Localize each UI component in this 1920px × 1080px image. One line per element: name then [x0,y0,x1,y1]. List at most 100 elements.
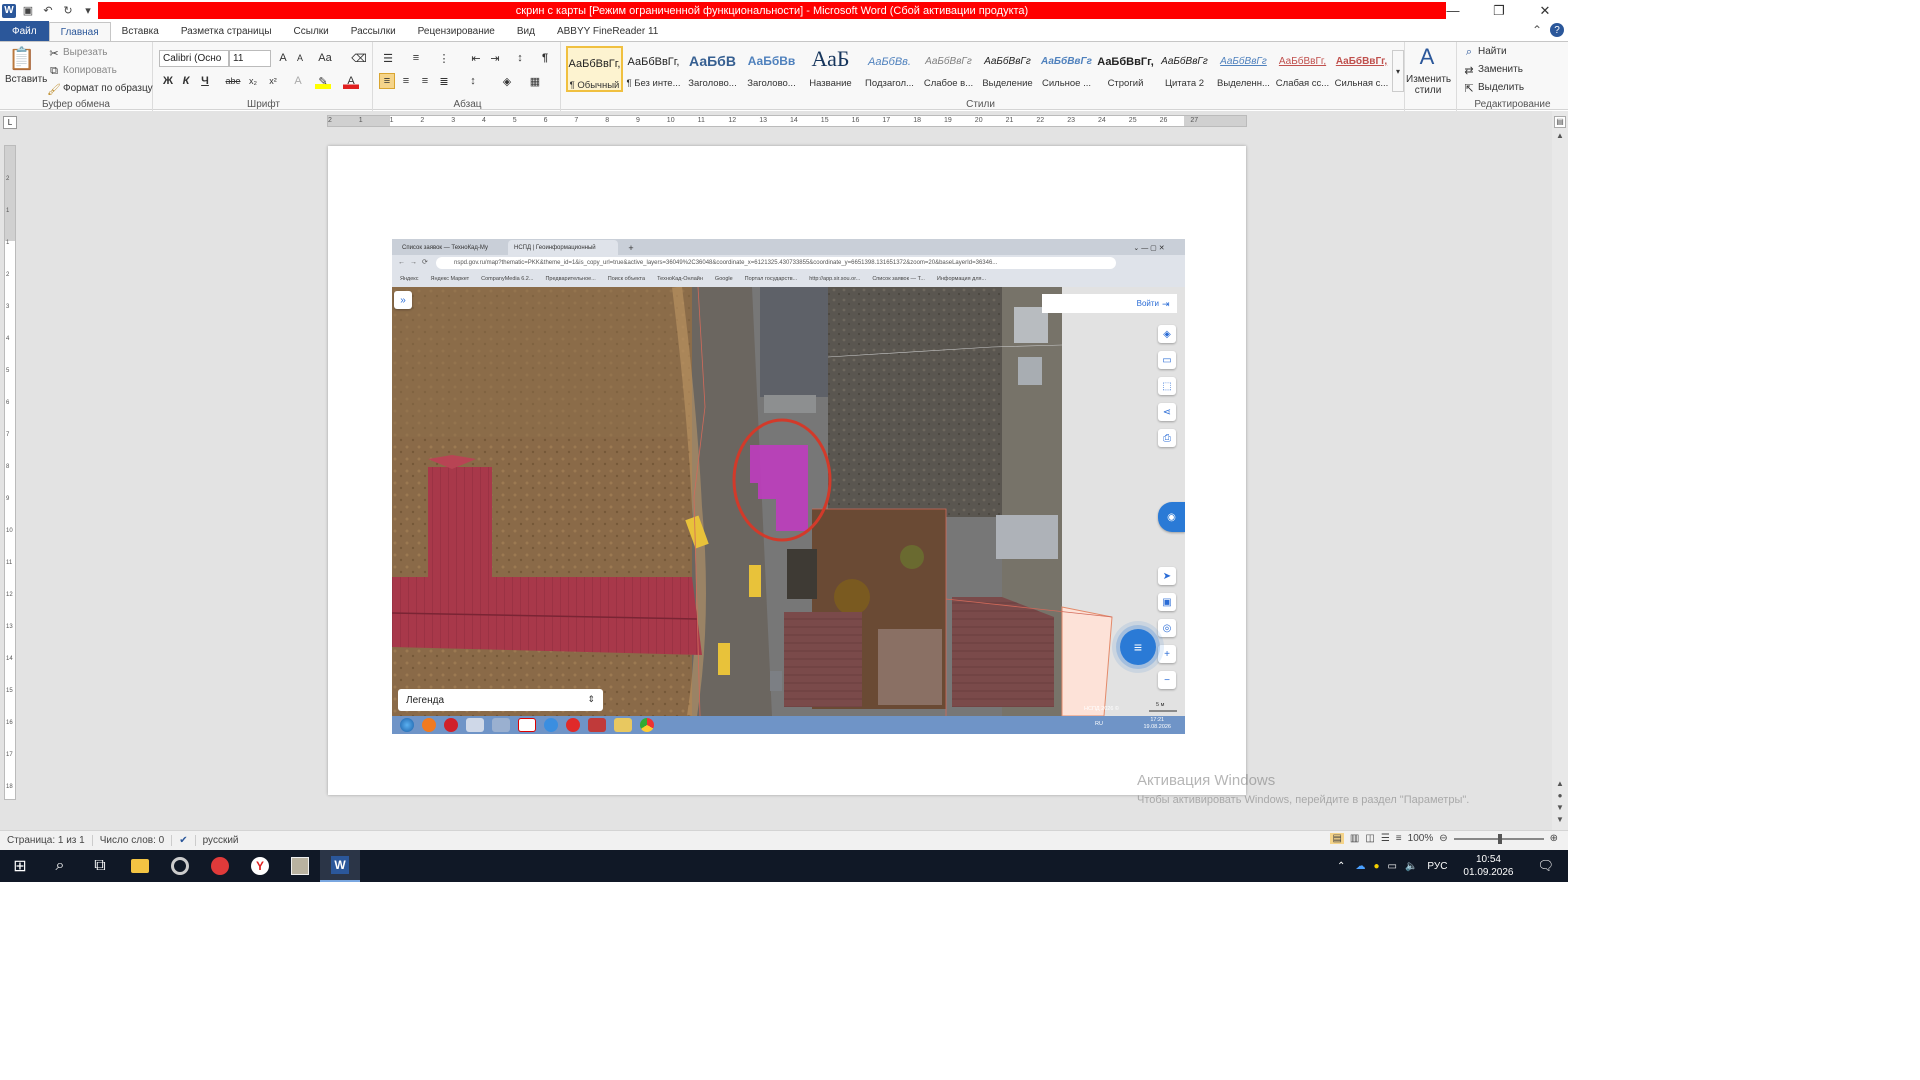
change-styles-button[interactable]: Изменить стили [1406,74,1451,96]
style-quote-2[interactable]: АаБбВвГг Цитата 2 [1156,46,1213,92]
paste-button[interactable]: Вставить [5,74,47,85]
horizontal-ruler[interactable]: 2 1 1 2 3 4 5 6 7 8 9 10 11 12 13 14 15 16 17 18 19 20 21 22 23 2… [327,115,1247,127]
align-center-icon[interactable]: ≡ [398,73,414,89]
align-right-icon[interactable]: ≡ [417,73,433,89]
save-icon[interactable]: ▣ [20,3,36,19]
file-explorer-icon[interactable] [120,850,160,882]
superscript-icon[interactable]: x² [265,73,281,89]
copy-icon[interactable]: ⧉ [46,63,62,79]
tab-abbyy[interactable]: ABBYY FineReader 11 [546,22,669,41]
line-spacing-icon[interactable]: ↕ [465,73,481,89]
change-case-icon[interactable]: Aa [317,50,333,66]
style-heading-2[interactable]: АаБбВв Заголово... [743,46,800,92]
customize-qat-icon[interactable]: ▾ [80,3,96,19]
select-button[interactable]: Выделить [1478,82,1524,93]
next-page-icon[interactable]: ▼ [1554,803,1566,815]
font-name-box[interactable]: Calibri (Осно [159,50,229,67]
style-normal[interactable]: АаБбВвГг, ¶ Обычный [566,46,623,92]
strikethrough-button[interactable]: abe [225,73,241,89]
numbering-icon[interactable]: ≡ [408,50,424,66]
app-icon-red[interactable] [200,850,240,882]
tab-mailings[interactable]: Рассылки [340,22,407,41]
word-count[interactable]: Число слов: 0 [93,835,173,846]
style-intense-emphasis[interactable]: АаБбВвГг Сильное ... [1038,46,1095,92]
tray-chevron-icon[interactable]: ⌃ [1331,861,1351,872]
search-icon[interactable]: ⌕ [40,850,80,882]
view-web-icon[interactable]: ◫ [1365,833,1374,844]
font-size-box[interactable]: 11 [229,50,271,67]
style-strong[interactable]: АаБбВвГг, Строгий [1097,46,1154,92]
start-icon[interactable]: ⊞ [0,850,40,882]
tab-review[interactable]: Рецензирование [407,22,506,41]
style-no-spacing[interactable]: АаБбВвГг, ¶ Без инте... [625,46,682,92]
prev-page-icon[interactable]: ▲ [1554,779,1566,791]
task-view-icon[interactable]: ⧉ [80,850,120,882]
text-effects-icon[interactable]: A [290,73,306,89]
decrease-indent-icon[interactable]: ⇤ [468,50,484,66]
borders-icon[interactable]: ▦ [527,73,543,89]
zoom-slider[interactable] [1453,833,1544,844]
subscript-icon[interactable]: x₂ [245,73,261,89]
bold-button[interactable]: Ж [160,73,176,89]
increase-indent-icon[interactable]: ⇥ [487,50,503,66]
undo-icon[interactable]: ↶ [40,3,56,19]
yandex-browser-icon[interactable]: Y [240,850,280,882]
embedded-screenshot[interactable]: Список заявок — ТехноКад-Му НСПД | Геоин… [392,239,1185,734]
style-subtitle[interactable]: АаБбВв. Подзагол... [861,46,918,92]
shading-icon[interactable]: ◈ [499,73,515,89]
zoom-in-button[interactable]: ⊕ [1550,833,1558,844]
tray-volume-icon[interactable]: 🔈 [1401,861,1421,872]
scroll-up-icon[interactable]: ▲ [1554,131,1566,143]
style-subtle-reference[interactable]: АаБбВвГг, Слабая сс... [1274,46,1331,92]
multilevel-list-icon[interactable]: ⋮ [436,50,452,66]
shrink-font-icon[interactable]: A [292,50,308,66]
minimize-ribbon-icon[interactable]: ⌃ [1532,23,1542,37]
change-styles-icon[interactable]: A [1414,44,1440,70]
minimize-button[interactable]: — [1430,0,1476,21]
justify-icon[interactable]: ≣ [436,73,452,89]
replace-icon[interactable]: ⇄ [1461,62,1477,78]
spelling-icon[interactable]: ✔ [172,835,196,846]
style-heading-1[interactable]: АаБбВ Заголово... [684,46,741,92]
show-marks-icon[interactable]: ¶ [537,50,553,66]
restore-button[interactable]: ❐ [1476,0,1522,21]
tab-view[interactable]: Вид [506,22,546,41]
ccleaner-icon[interactable] [160,850,200,882]
tab-stop-selector[interactable]: L [3,116,17,129]
clear-format-icon[interactable]: ⌫ [351,50,367,66]
highlight-icon[interactable]: ✎ [315,73,331,89]
format-painter-button[interactable]: Формат по образцу [63,83,153,94]
find-icon[interactable]: ⌕ [1461,44,1477,60]
language-indicator[interactable]: русский [196,835,246,846]
style-title[interactable]: АаБ Название [802,46,859,92]
font-color-icon[interactable]: A [343,73,359,89]
underline-button[interactable]: Ч [197,73,213,89]
page-count[interactable]: Страница: 1 из 1 [0,835,93,846]
view-print-layout-icon[interactable]: ▤ [1330,833,1344,844]
vertical-scrollbar[interactable]: ▤ ▲ ▲ ● ▼ ▼ [1552,111,1568,830]
word-app-icon[interactable]: W [2,3,16,18]
scroll-down-icon[interactable]: ▼ [1554,815,1566,827]
tray-cloud-icon[interactable]: ☁ [1351,861,1369,872]
tab-page-layout[interactable]: Разметка страницы [170,22,283,41]
select-icon[interactable]: ⇱ [1461,80,1477,96]
copy-button[interactable]: Копировать [63,65,117,76]
find-button[interactable]: Найти [1478,46,1507,57]
close-button[interactable]: ✕ [1522,0,1568,21]
replace-button[interactable]: Заменить [1478,64,1523,75]
sort-icon[interactable]: ↕ [512,50,528,66]
tray-clock[interactable]: 10:54 01.09.2026 [1453,853,1523,879]
help-icon[interactable]: ? [1550,23,1564,37]
grow-font-icon[interactable]: A [275,50,291,66]
word-taskbar-icon[interactable]: W [320,850,360,882]
view-outline-icon[interactable]: ☰ [1381,833,1390,844]
cut-button[interactable]: Вырезать [63,47,107,58]
tab-insert[interactable]: Вставка [111,22,170,41]
view-draft-icon[interactable]: ≡ [1396,833,1402,844]
cut-icon[interactable]: ✂ [46,45,62,61]
italic-button[interactable]: К [178,73,194,89]
zoom-out-button[interactable]: ⊖ [1439,833,1447,844]
document-page[interactable]: Список заявок — ТехноКад-Му НСПД | Геоин… [328,146,1246,795]
paste-icon[interactable]: 📋 [8,45,36,73]
zoom-level[interactable]: 100% [1408,833,1434,844]
